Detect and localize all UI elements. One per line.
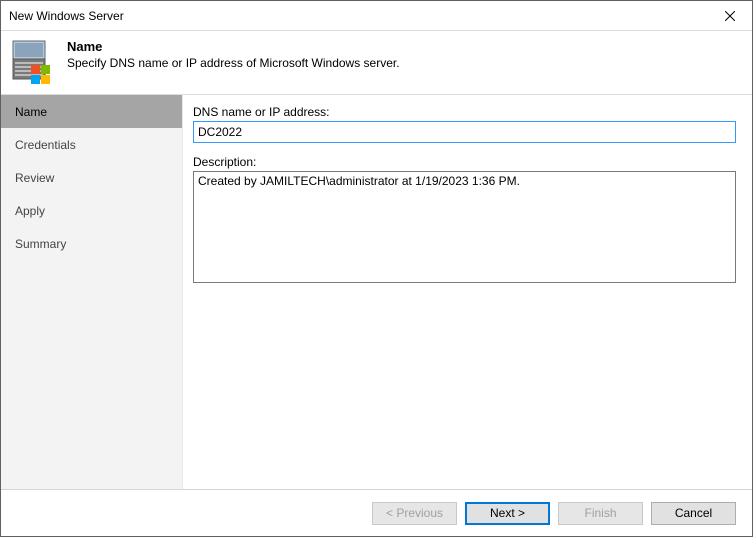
sidebar-item-label: Apply	[15, 204, 45, 218]
sidebar-item-apply[interactable]: Apply	[1, 194, 182, 227]
description-label: Description:	[193, 155, 736, 169]
sidebar-item-label: Name	[15, 105, 47, 119]
dns-label: DNS name or IP address:	[193, 105, 736, 119]
header-title: Name	[67, 39, 400, 54]
sidebar-item-name[interactable]: Name	[1, 95, 182, 128]
sidebar-item-label: Review	[15, 171, 54, 185]
title-bar: New Windows Server	[1, 1, 752, 31]
cancel-button-label: Cancel	[675, 506, 712, 520]
wizard-main-panel: DNS name or IP address: Description:	[183, 95, 752, 489]
previous-button: < Previous	[372, 502, 457, 525]
sidebar-item-review[interactable]: Review	[1, 161, 182, 194]
close-button[interactable]	[708, 1, 752, 31]
finish-button-label: Finish	[584, 506, 616, 520]
header-text: Name Specify DNS name or IP address of M…	[67, 39, 400, 70]
dns-name-input[interactable]	[193, 121, 736, 143]
server-windows-icon	[11, 39, 53, 87]
wizard-steps-sidebar: Name Credentials Review Apply Summary	[1, 95, 183, 489]
close-icon	[725, 8, 735, 24]
sidebar-item-summary[interactable]: Summary	[1, 227, 182, 260]
previous-button-label: < Previous	[386, 506, 443, 520]
sidebar-item-credentials[interactable]: Credentials	[1, 128, 182, 161]
wizard-footer: < Previous Next > Finish Cancel	[1, 489, 752, 536]
sidebar-item-label: Credentials	[15, 138, 76, 152]
description-textarea[interactable]	[193, 171, 736, 283]
header-subtitle: Specify DNS name or IP address of Micros…	[67, 56, 400, 70]
wizard-window: New Windows Server	[0, 0, 753, 537]
next-button-label: Next >	[490, 506, 525, 520]
window-title: New Windows Server	[9, 9, 708, 23]
next-button[interactable]: Next >	[465, 502, 550, 525]
sidebar-item-label: Summary	[15, 237, 66, 251]
wizard-body: Name Credentials Review Apply Summary DN…	[1, 95, 752, 489]
wizard-header: Name Specify DNS name or IP address of M…	[1, 31, 752, 95]
cancel-button[interactable]: Cancel	[651, 502, 736, 525]
finish-button: Finish	[558, 502, 643, 525]
